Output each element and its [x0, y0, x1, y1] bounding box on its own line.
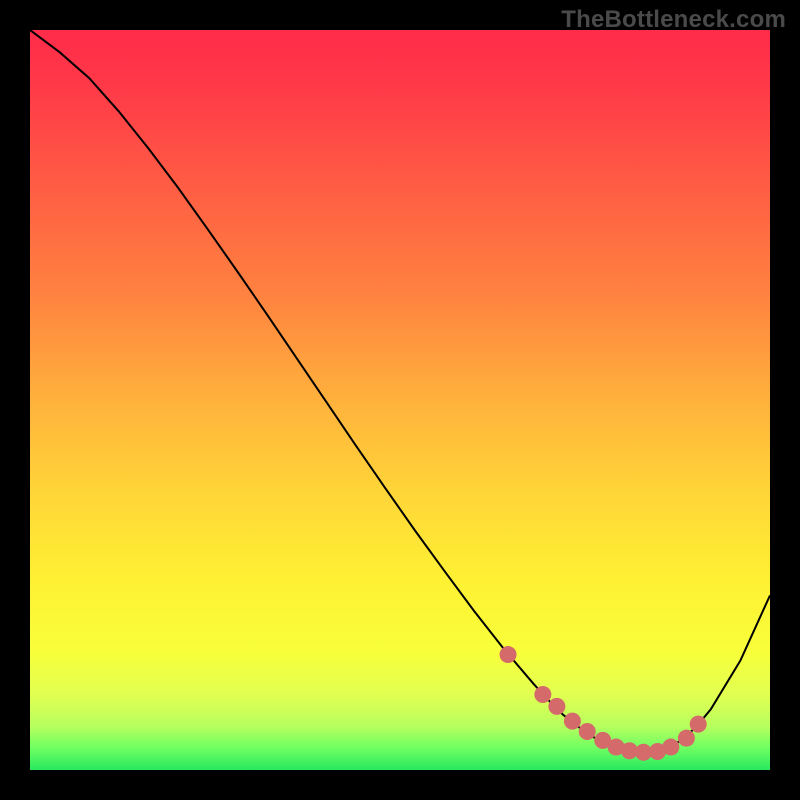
chart-marker [548, 698, 565, 715]
chart-background-gradient [30, 30, 770, 770]
chart-marker [678, 730, 695, 747]
chart-svg [30, 30, 770, 770]
chart-frame: TheBottleneck.com [0, 0, 800, 800]
chart-marker [579, 723, 596, 740]
chart-marker [662, 739, 679, 756]
chart-marker [690, 716, 707, 733]
chart-marker [534, 686, 551, 703]
chart-plot-area [30, 30, 770, 770]
chart-marker [564, 713, 581, 730]
watermark-text: TheBottleneck.com [561, 6, 786, 34]
chart-marker [500, 646, 517, 663]
